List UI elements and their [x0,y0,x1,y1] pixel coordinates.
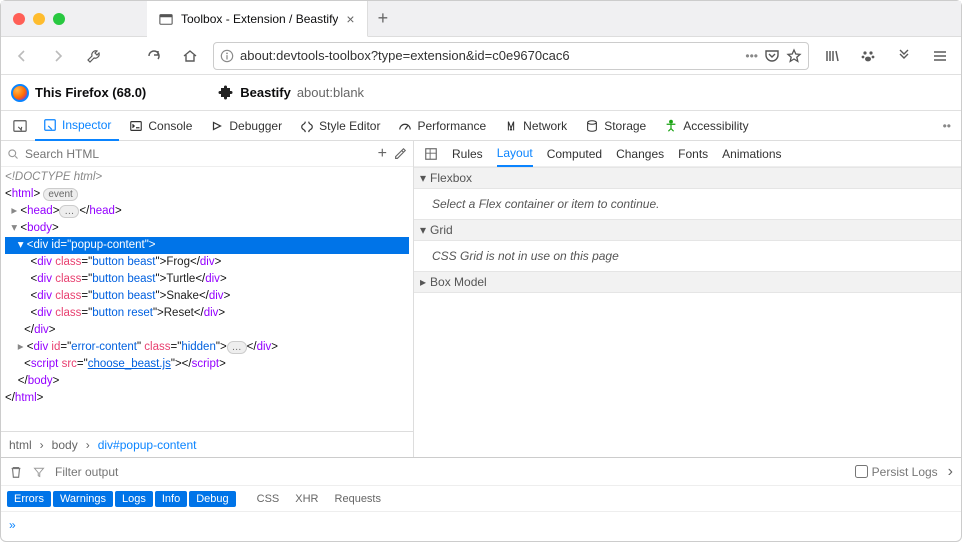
tab-inspector[interactable]: Inspector [35,111,119,141]
sidetab-changes[interactable]: Changes [616,141,664,167]
chip-info[interactable]: Info [155,491,187,507]
flexbox-message: Select a Flex container or item to conti… [414,189,961,219]
chip-errors[interactable]: Errors [7,491,51,507]
filter-input[interactable] [55,465,845,479]
home-button[interactable] [177,43,203,69]
grid-message: CSS Grid is not in use on this page [414,241,961,271]
tab-storage[interactable]: Storage [577,111,654,141]
dom-tree[interactable]: <!DOCTYPE html> <html> event ▸<head>…</h… [1,167,413,431]
add-node-button[interactable]: + [378,145,387,163]
overflow-icon[interactable] [891,43,917,69]
boxmodel-header[interactable]: ▸Box Model [414,271,961,293]
chip-css[interactable]: CSS [250,491,287,507]
flexbox-header[interactable]: ▾Flexbox [414,167,961,189]
main-panel: + <!DOCTYPE html> <html> event ▸<head>…<… [1,141,961,457]
extension-name: Beastify about:blank [218,85,364,101]
sidetab-animations[interactable]: Animations [722,141,781,167]
reload-button[interactable] [141,43,167,69]
chip-debug[interactable]: Debug [189,491,235,507]
grid-header[interactable]: ▾Grid [414,219,961,241]
side-tabs: Rules Layout Computed Changes Fonts Anim… [414,141,961,167]
minimize-window-button[interactable] [33,13,45,25]
persist-logs-toggle[interactable]: Persist Logs [855,465,938,479]
page-actions-icon[interactable]: ••• [745,49,758,63]
iframe-picker-icon[interactable] [7,113,33,139]
bookmark-icon[interactable] [786,48,802,64]
sidetab-fonts[interactable]: Fonts [678,141,708,167]
trash-icon[interactable] [9,465,23,479]
console-drawer: Persist Logs › Errors Warnings Logs Info… [1,457,961,538]
browser-tab[interactable]: Toolbox - Extension / Beastify × [147,1,368,37]
scroll-right-icon[interactable]: › [948,463,953,481]
tab-accessibility[interactable]: Accessibility [656,111,756,141]
console-input[interactable]: » [1,512,961,538]
side-panel: Rules Layout Computed Changes Fonts Anim… [414,141,961,457]
tab-performance[interactable]: Performance [390,111,494,141]
close-window-button[interactable] [13,13,25,25]
layout-toggle-icon[interactable] [424,147,438,161]
puzzle-icon [218,85,234,101]
tab-title: Toolbox - Extension / Beastify [181,12,338,26]
selected-node: ▾<div id="popup-content"> [5,237,409,254]
chip-requests[interactable]: Requests [328,491,388,507]
filter-icon[interactable] [33,466,45,478]
menu-icon[interactable] [927,43,953,69]
chip-warnings[interactable]: Warnings [53,491,113,507]
crumb-selected[interactable]: div#popup-content [98,438,197,452]
url-bar[interactable]: about:devtools-toolbox?type=extension&id… [213,42,809,70]
tab-debugger[interactable]: Debugger [202,111,290,141]
search-input[interactable] [25,147,372,161]
sidetab-computed[interactable]: Computed [547,141,602,167]
html-search-bar: + [1,141,413,167]
firefox-icon [11,84,29,102]
chip-xhr[interactable]: XHR [288,491,325,507]
tab-close-button[interactable]: × [346,11,354,27]
breadcrumb: html › body › div#popup-content [1,431,413,457]
crumb-body[interactable]: body [52,438,78,452]
eyedropper-icon[interactable] [393,147,407,161]
sidetab-layout[interactable]: Layout [497,141,533,167]
search-icon [7,148,19,160]
tab-style-editor[interactable]: Style Editor [292,111,388,141]
dev-toggle-button[interactable] [81,43,107,69]
sidetab-rules[interactable]: Rules [452,141,483,167]
firefox-version-label: This Firefox (68.0) [35,85,146,100]
traffic-lights [1,13,77,25]
console-filters: Errors Warnings Logs Info Debug CSS XHR … [1,486,961,512]
info-icon[interactable] [220,49,234,63]
maximize-window-button[interactable] [53,13,65,25]
crumb-html[interactable]: html [9,438,32,452]
extension-bar: This Firefox (68.0) Beastify about:blank [1,75,961,111]
firefox-badge[interactable]: This Firefox (68.0) [11,84,146,102]
pocket-icon[interactable] [764,48,780,64]
console-toolbar: Persist Logs › [1,458,961,486]
tab-network[interactable]: Network [496,111,575,141]
nav-toolbar: about:devtools-toolbox?type=extension&id… [1,37,961,75]
devtools-overflow-icon[interactable]: •• [939,119,955,133]
url-text: about:devtools-toolbox?type=extension&id… [240,48,739,63]
paw-icon[interactable] [855,43,881,69]
new-tab-button[interactable]: + [368,8,399,29]
window-chrome: Toolbox - Extension / Beastify × + [1,1,961,37]
forward-button[interactable] [45,43,71,69]
chip-logs[interactable]: Logs [115,491,153,507]
back-button[interactable] [9,43,35,69]
library-icon[interactable] [819,43,845,69]
devtools-tabs: Inspector Console Debugger Style Editor … [1,111,961,141]
tab-console[interactable]: Console [121,111,200,141]
tab-icon [159,12,173,26]
markup-panel: + <!DOCTYPE html> <html> event ▸<head>…<… [1,141,414,457]
